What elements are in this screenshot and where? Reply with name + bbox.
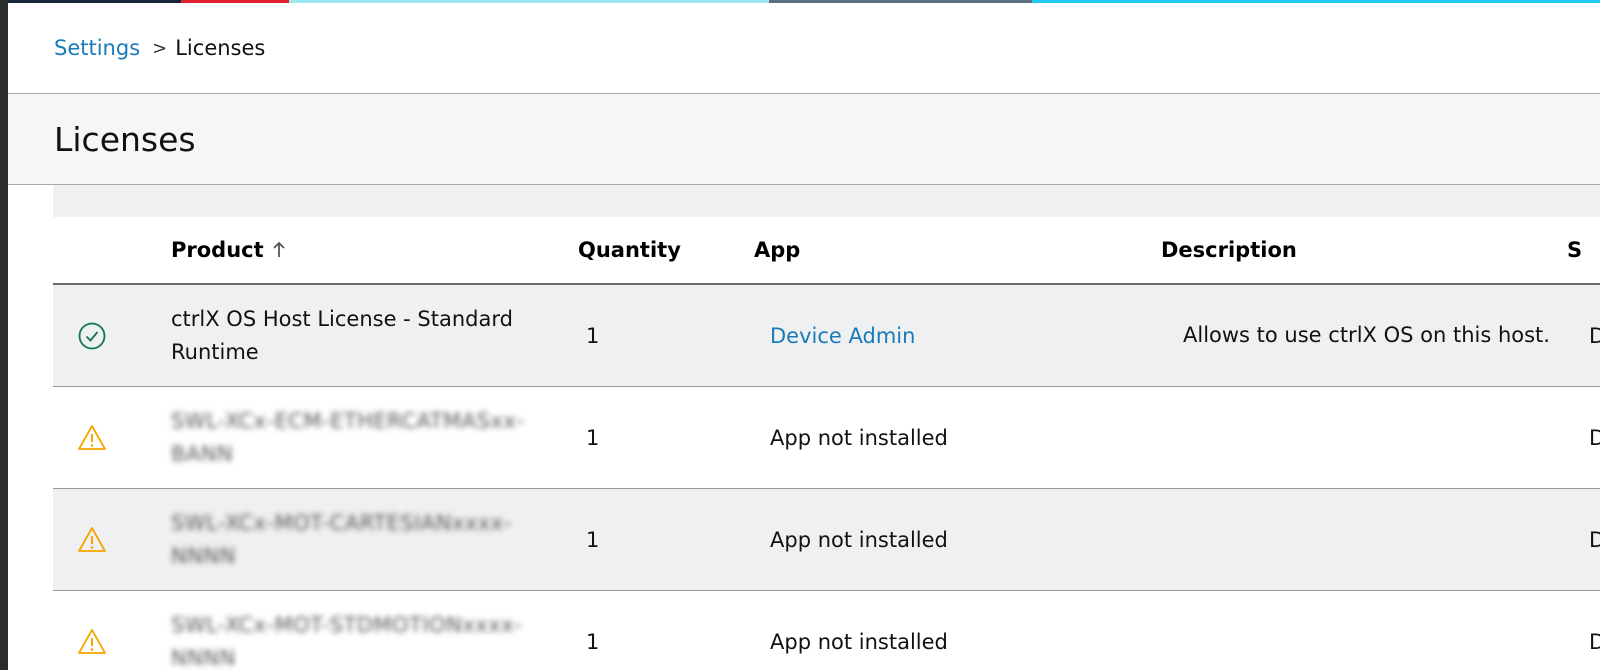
chevron-right-icon: > xyxy=(152,37,168,59)
check-circle-icon xyxy=(77,285,107,386)
warning-icon xyxy=(77,591,107,670)
title-band: Licenses xyxy=(8,93,1600,185)
table-toolbar-band xyxy=(53,185,1600,217)
table-row[interactable]: SWL-XCx-MOT-CARTESIANxxxx-NNNN 1 App not… xyxy=(53,489,1600,591)
product-name: SWL-XCx-MOT-CARTESIANxxxx-NNNN xyxy=(171,510,512,568)
quantity-value: 1 xyxy=(586,527,600,552)
warning-icon xyxy=(77,387,107,488)
quantity-value: 1 xyxy=(586,425,600,450)
column-header-product[interactable]: Product xyxy=(171,217,286,283)
warning-icon xyxy=(77,489,107,590)
description-text xyxy=(1183,387,1573,488)
breadcrumb-settings-link[interactable]: Settings xyxy=(54,36,140,60)
table-header-row: Product Quantity App Description S xyxy=(53,217,1600,285)
description-text xyxy=(1183,591,1573,670)
column-header-description[interactable]: Description xyxy=(1161,217,1297,283)
quantity-value: 1 xyxy=(586,323,600,348)
column-header-quantity[interactable]: Quantity xyxy=(578,217,681,283)
licenses-table: Product Quantity App Description S ctrlX… xyxy=(53,185,1600,670)
partial-cell: D xyxy=(1589,425,1600,450)
table-row[interactable]: SWL-XCx-ECM-ETHERCATMASxx-BANN 1 App not… xyxy=(53,387,1600,489)
column-header-app[interactable]: App xyxy=(754,217,800,283)
partial-cell: D xyxy=(1589,629,1600,654)
accent-bar xyxy=(8,0,1600,3)
breadcrumb: Settings > Licenses xyxy=(54,33,265,63)
app-status: App not installed xyxy=(770,629,948,654)
app-link-device-admin[interactable]: Device Admin xyxy=(770,285,915,386)
quantity-value: 1 xyxy=(586,629,600,654)
product-name: ctrlX OS Host License - Standard Runtime xyxy=(171,306,513,364)
sort-ascending-icon[interactable] xyxy=(272,241,286,259)
table-row[interactable]: ctrlX OS Host License - Standard Runtime… xyxy=(53,285,1600,387)
app-status: App not installed xyxy=(770,425,948,450)
partial-cell: D xyxy=(1589,527,1600,552)
app-status: App not installed xyxy=(770,527,948,552)
description-text: Allows to use ctrlX OS on this host. xyxy=(1183,323,1550,347)
licenses-app: Settings > Licenses Licenses Product Qua… xyxy=(8,0,1600,670)
product-name: SWL-XCx-ECM-ETHERCATMASxx-BANN xyxy=(171,408,525,466)
page-title: Licenses xyxy=(54,120,196,159)
table-row[interactable]: SWL-XCx-MOT-STDMOTIONxxxx-NNNN 1 App not… xyxy=(53,591,1600,670)
column-header-partial[interactable]: S xyxy=(1567,217,1600,283)
column-header-product-label: Product xyxy=(171,238,264,262)
product-name: SWL-XCx-MOT-STDMOTIONxxxx-NNNN xyxy=(171,612,523,670)
description-text xyxy=(1183,489,1573,590)
breadcrumb-current: Licenses xyxy=(175,36,266,60)
partial-cell: D xyxy=(1589,323,1600,348)
